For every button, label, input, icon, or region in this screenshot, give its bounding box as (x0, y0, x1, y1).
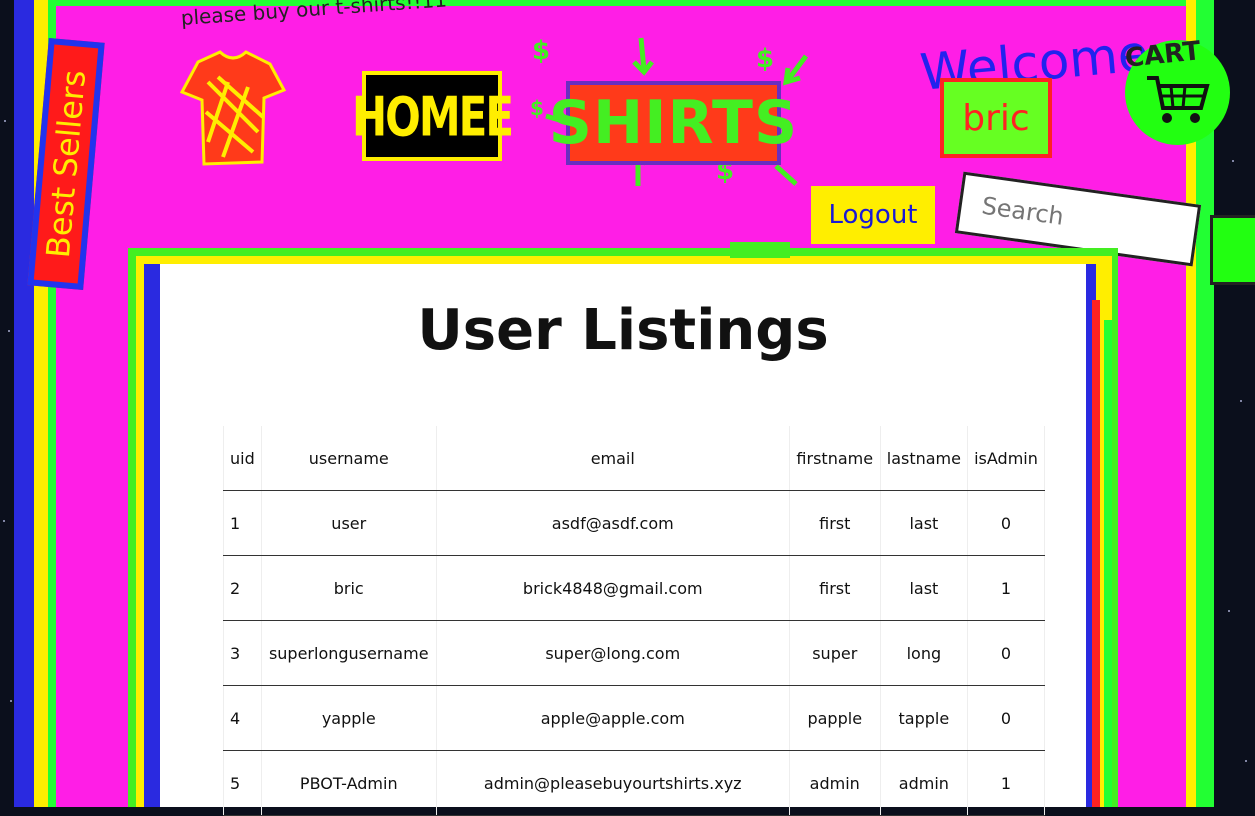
cell-uid: 3 (223, 620, 262, 686)
cell-isadmin: 0 (966, 620, 1045, 686)
cell-lastname: tapple (879, 685, 968, 751)
cell-username: bric (260, 555, 437, 621)
home-button[interactable]: HOMEE (352, 71, 514, 161)
logout-button[interactable]: Logout (811, 186, 935, 244)
column-header: email (435, 426, 790, 491)
cell-email: super@long.com (435, 620, 790, 686)
table-row: 1 user asdf@asdf.com first last 0 (223, 490, 1045, 556)
column-header: lastname (879, 426, 968, 491)
table-header-row: uid username email firstname lastname is… (223, 426, 1045, 491)
table-row: 4 yapple apple@apple.com papple tapple 0 (223, 685, 1045, 751)
cell-uid: 1 (223, 490, 262, 556)
cell-email: admin@pleasebuyourtshirts.xyz (435, 750, 790, 816)
page-title: User Listings (417, 298, 829, 363)
cell-isadmin: 0 (966, 685, 1045, 751)
cell-firstname: first (788, 490, 881, 556)
search-button[interactable] (1210, 215, 1255, 285)
cell-email: apple@apple.com (435, 685, 790, 751)
column-header: uid (223, 426, 262, 491)
cell-lastname: last (879, 490, 968, 556)
cell-username: user (260, 490, 437, 556)
tshirt-icon[interactable] (178, 42, 288, 172)
column-header: username (260, 426, 437, 491)
cart-icon[interactable] (1145, 72, 1211, 128)
table-row: 5 PBOT-Admin admin@pleasebuyourtshirts.x… (223, 750, 1045, 816)
cell-email: asdf@asdf.com (435, 490, 790, 556)
cell-isadmin: 0 (966, 490, 1045, 556)
cell-firstname: papple (788, 685, 881, 751)
cell-username: PBOT-Admin (260, 750, 437, 816)
cell-firstname: first (788, 555, 881, 621)
cell-firstname: admin (788, 750, 881, 816)
cell-isadmin: 1 (966, 750, 1045, 816)
cell-lastname: long (879, 620, 968, 686)
cell-username: superlongusername (260, 620, 437, 686)
table-row: 3 superlongusername super@long.com super… (223, 620, 1045, 686)
cell-uid: 2 (223, 555, 262, 621)
column-header: firstname (788, 426, 881, 491)
cell-uid: 5 (223, 750, 262, 816)
cell-uid: 4 (223, 685, 262, 751)
username-badge[interactable]: bric (940, 78, 1052, 158)
column-header: isAdmin (966, 426, 1045, 491)
main-content: User Listings uid username email firstna… (160, 264, 1086, 816)
cell-firstname: super (788, 620, 881, 686)
cell-isadmin: 1 (966, 555, 1045, 621)
table-row: 2 bric brick4848@gmail.com first last 1 (223, 555, 1045, 621)
cell-username: yapple (260, 685, 437, 751)
cell-email: brick4848@gmail.com (435, 555, 790, 621)
users-table: uid username email firstname lastname is… (223, 426, 1045, 816)
cell-lastname: admin (879, 750, 968, 816)
cell-lastname: last (879, 555, 968, 621)
shirts-logo[interactable]: $ $ $ $ SHIRTS (526, 36, 826, 186)
